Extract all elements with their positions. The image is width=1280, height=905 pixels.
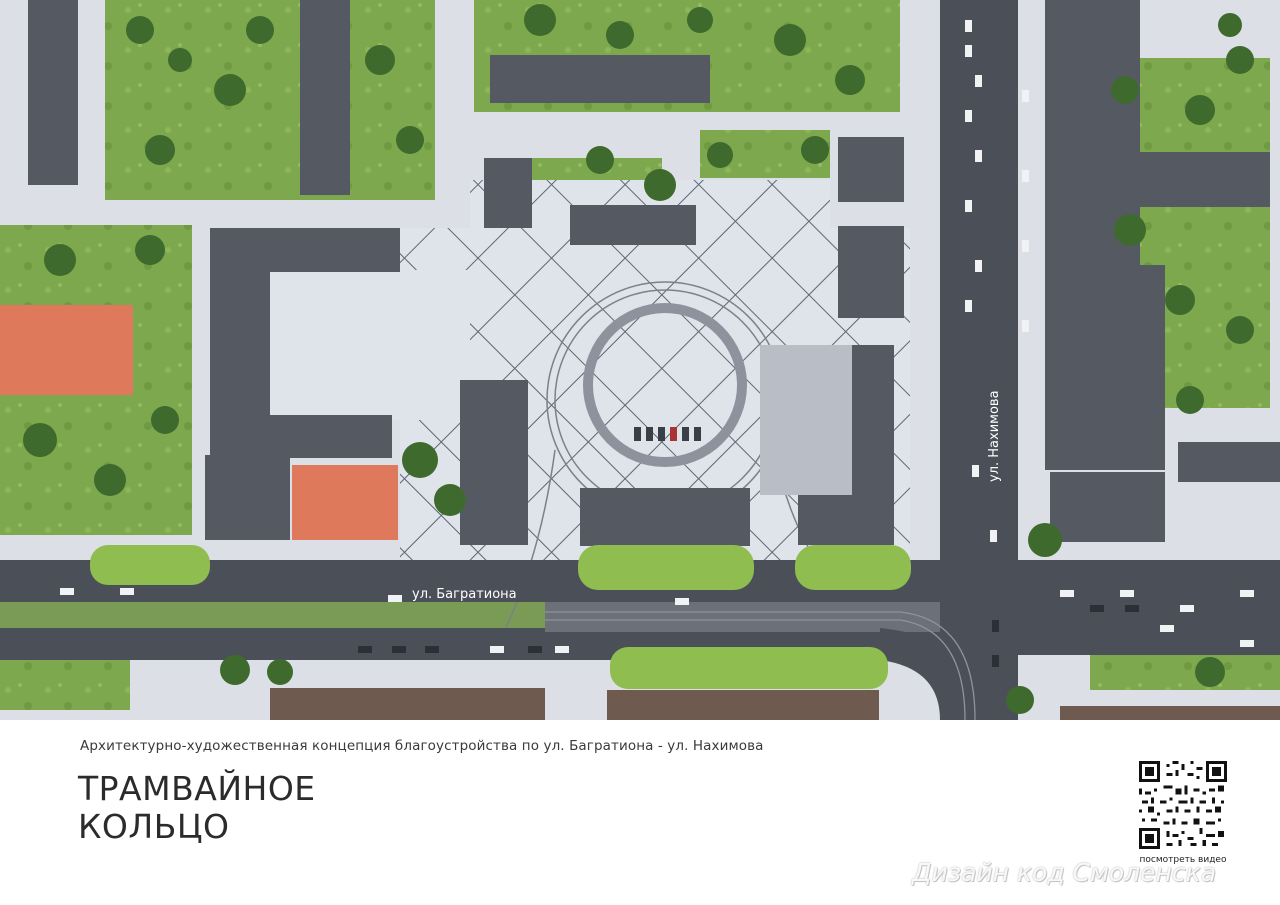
street-label-nakhimova: ул. Нахимова xyxy=(987,390,1002,482)
street-label-bagrationa: ул. Багратиона xyxy=(412,587,517,602)
title-line-1: ТРАМВАЙНОЕ xyxy=(78,769,316,808)
page-title: ТРАМВАЙНОЕ КОЛЬЦО xyxy=(78,770,316,846)
project-subtitle: Архитектурно-художественная концепция бл… xyxy=(80,738,764,754)
title-line-2: КОЛЬЦО xyxy=(78,807,230,846)
light-roof-building xyxy=(760,345,852,495)
qr-code[interactable] xyxy=(1139,761,1227,849)
aerial-render: ул. Багратиона ул. Нахимова xyxy=(0,0,1280,720)
watermark: Дизайн код Смоленска xyxy=(912,858,1217,887)
